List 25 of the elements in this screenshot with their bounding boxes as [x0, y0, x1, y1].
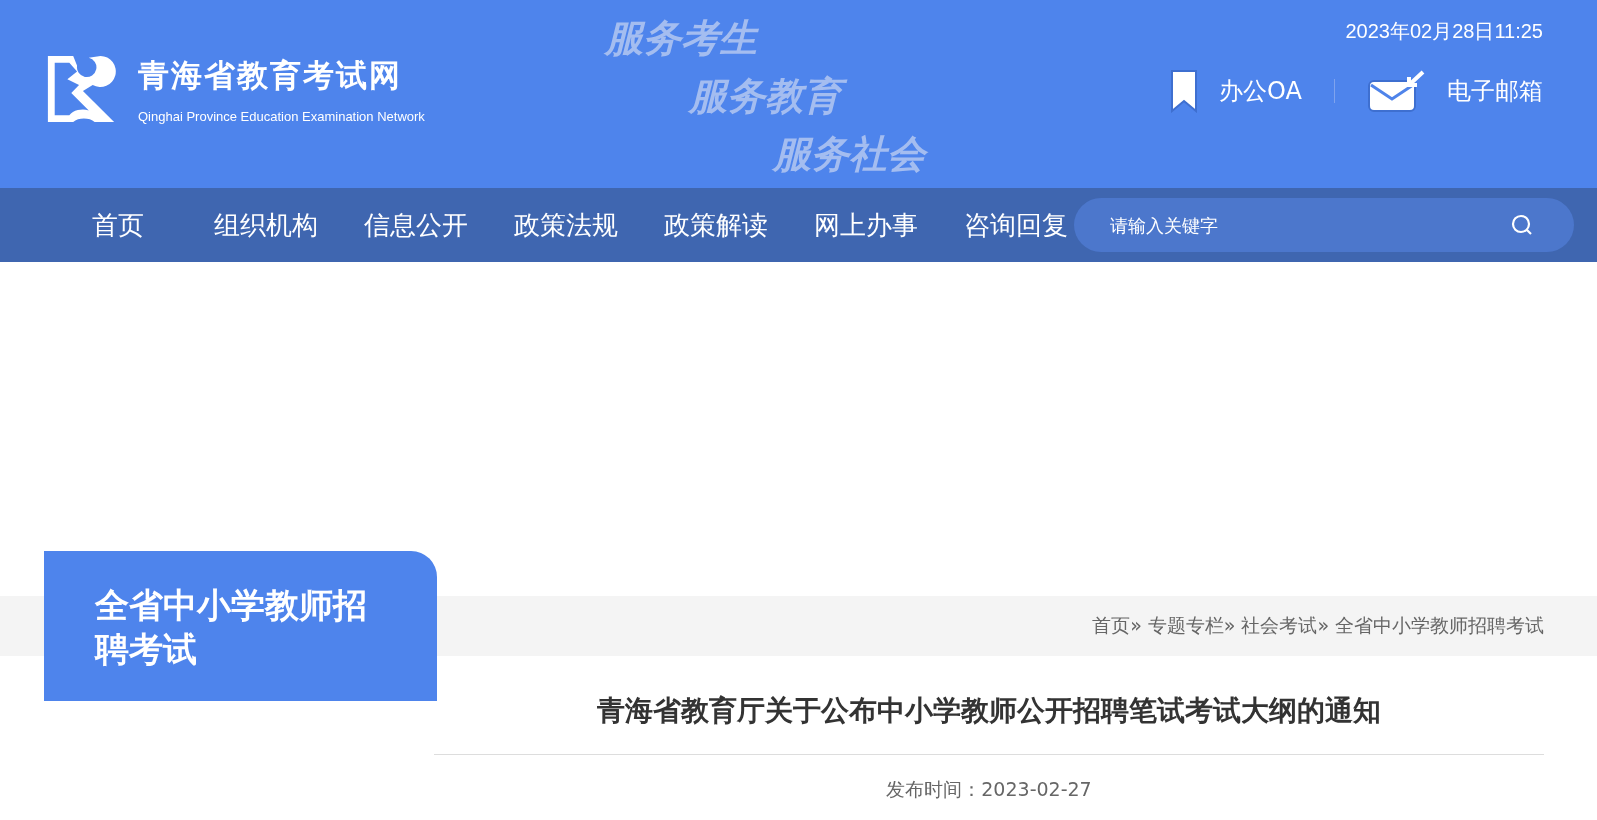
slogan: 服务教育	[688, 72, 925, 120]
header-link[interactable]: 办公OA	[1169, 69, 1302, 113]
section-title: 全省中小学教师招聘考试	[44, 551, 437, 701]
nav-item[interactable]: 咨询回复	[964, 207, 1074, 243]
nav-item[interactable]: 组织机构	[214, 207, 324, 243]
header-link[interactable]: 电子邮箱	[1367, 69, 1543, 113]
nav-item[interactable]: 信息公开	[364, 207, 474, 243]
site-title: 青海省教育考试网	[138, 55, 403, 95]
mail-icon	[1367, 69, 1427, 113]
breadcrumb-link[interactable]: 全省中小学教师招聘考试	[1335, 613, 1544, 639]
breadcrumb-link[interactable]: 首页»	[1092, 613, 1142, 639]
nav-item[interactable]: 网上办事	[814, 207, 924, 243]
breadcrumb-link[interactable]: 专题专栏»	[1147, 613, 1236, 639]
slogan: 服务考生	[604, 14, 760, 62]
date-time: 2023年02月28日11:25	[1345, 19, 1543, 44]
bookmark-icon	[1169, 69, 1200, 113]
site-subtitle: Qinghai Province Education Examination Network	[138, 108, 425, 124]
publish-date: 发布时间：2023-02-27	[886, 777, 1092, 802]
search-icon[interactable]	[1510, 213, 1534, 237]
nav-item[interactable]: 首页	[92, 207, 174, 243]
search-field[interactable]: 请输入关键字	[1074, 198, 1574, 252]
breadcrumb-link[interactable]: 社会考试»	[1241, 613, 1329, 639]
nav-item[interactable]: 政策解读	[664, 207, 774, 243]
article-title: 青海省教育厅关于公布中小学教师公开招聘笔试考试大纲的通知	[597, 693, 1381, 729]
nav-item[interactable]: 政策法规	[514, 207, 624, 243]
